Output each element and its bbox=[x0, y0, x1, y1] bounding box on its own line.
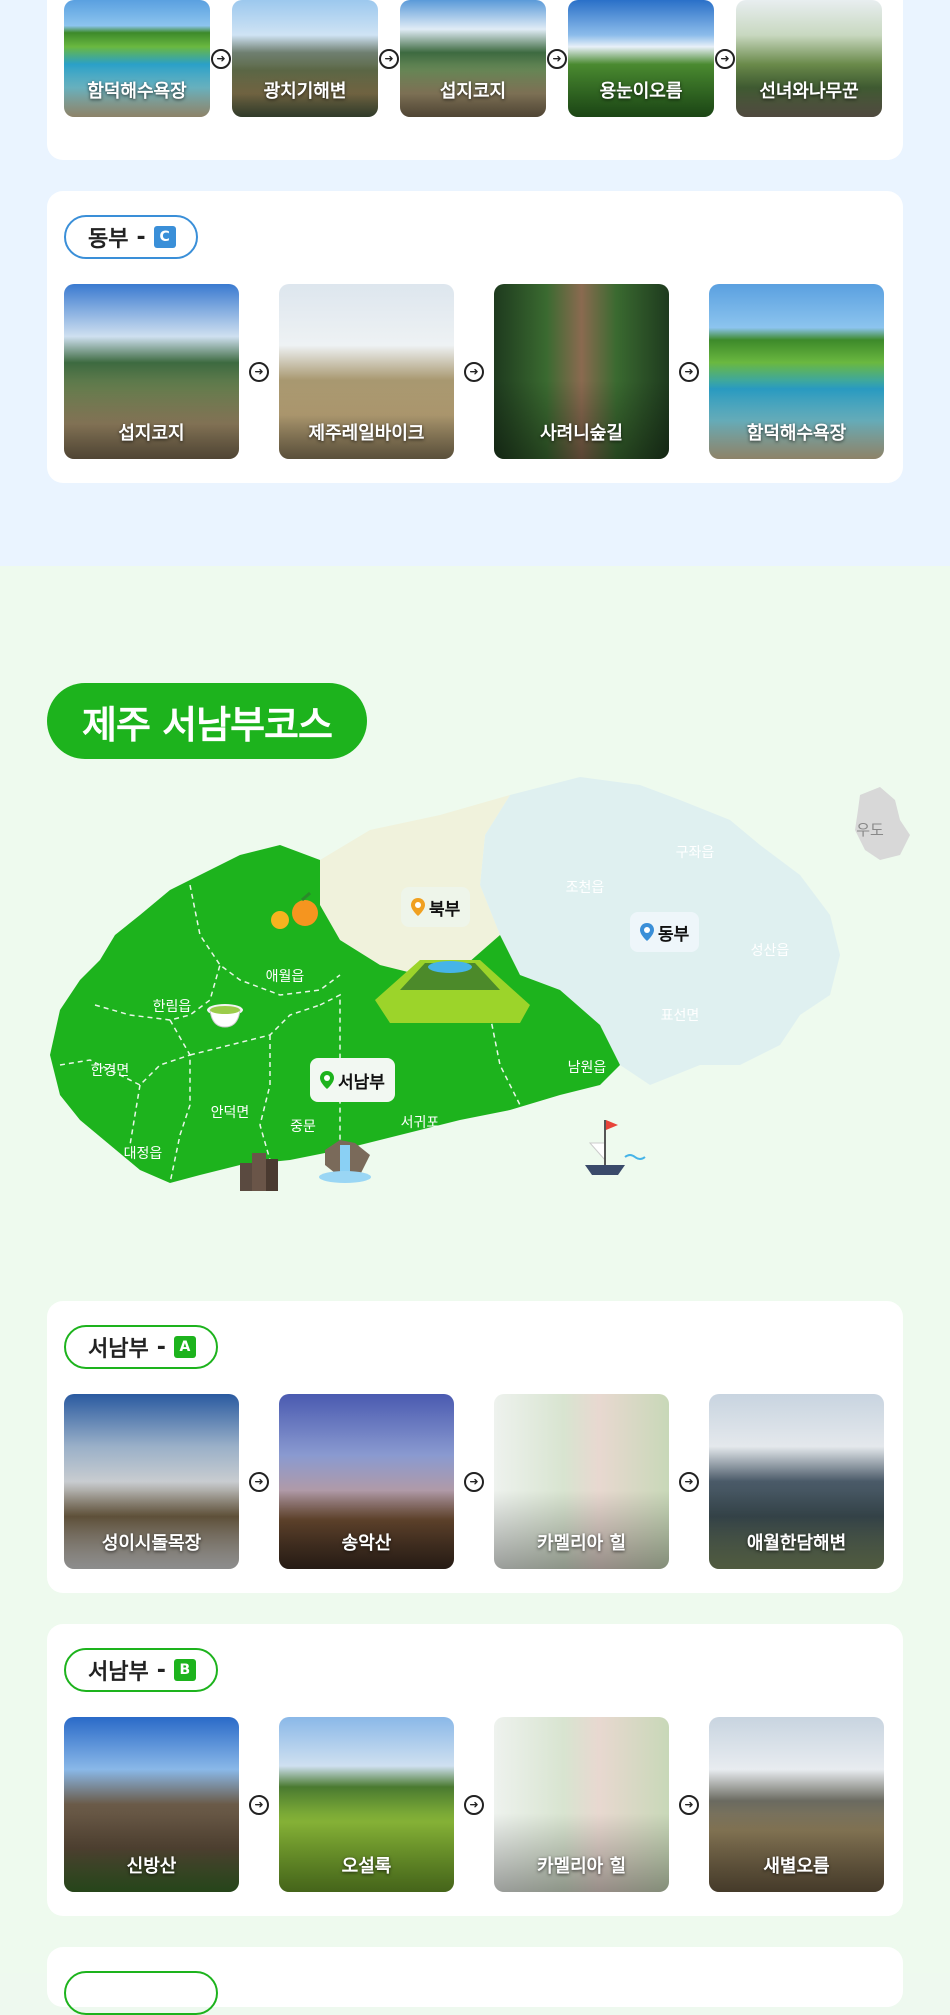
course-card-top: 함덕해수욕장 ➜ 광치기해변 ➜ 섭지코지 ➜ 용눈이오름 ➜ 선녀와나무꾼 bbox=[47, 0, 903, 160]
course-row: 섭지코지 ➜ 제주레일바이크 ➜ 사려니숲길 ➜ 함덕해수욕장 bbox=[64, 284, 884, 459]
course-title-partial bbox=[64, 1971, 218, 2015]
place-label: 성이시돌목장 bbox=[101, 1533, 202, 1554]
town-label: 남원읍 bbox=[568, 1060, 607, 1076]
course-title: 동부 - C bbox=[64, 215, 198, 259]
place-label: 송악산 bbox=[341, 1533, 392, 1554]
course-code-badge: B bbox=[173, 1659, 196, 1681]
next-arrow-icon: ➜ bbox=[239, 1471, 279, 1492]
next-arrow-icon: ➜ bbox=[714, 48, 736, 69]
course-title: 서남부 - B bbox=[64, 1648, 218, 1692]
place-thumb[interactable]: 송악산 bbox=[279, 1394, 454, 1569]
course-dash: - bbox=[156, 1657, 166, 1683]
place-thumb[interactable]: 오설록 bbox=[279, 1717, 454, 1892]
place-label: 새별오름 bbox=[763, 1856, 830, 1877]
section-title: 제주 서남부코스 bbox=[47, 683, 367, 759]
place-label: 제주레일바이크 bbox=[308, 423, 425, 444]
next-arrow-icon: ➜ bbox=[669, 361, 709, 382]
place-label: 사려니숲길 bbox=[540, 423, 623, 444]
place-thumb[interactable]: 애월한담해변 bbox=[709, 1394, 884, 1569]
next-arrow-icon: ➜ bbox=[669, 1471, 709, 1492]
town-label: 중문 bbox=[290, 1119, 316, 1135]
place-label: 섭지코지 bbox=[118, 423, 185, 444]
next-arrow-icon: ➜ bbox=[239, 1794, 279, 1815]
town-label: 한경면 bbox=[91, 1063, 130, 1079]
place-thumb[interactable]: 용눈이오름 bbox=[568, 0, 714, 117]
course-card-southwest-a: 서남부 - A 성이시돌목장 ➜ 송악산 ➜ 카멜리아 힐 ➜ 애월한담해변 bbox=[47, 1301, 903, 1593]
course-code-badge: C bbox=[153, 226, 176, 248]
next-arrow-icon: ➜ bbox=[454, 1794, 494, 1815]
map-tag-southwest[interactable]: 서남부 bbox=[310, 1058, 395, 1102]
course-code-badge: A bbox=[173, 1336, 196, 1358]
next-arrow-icon: ➜ bbox=[454, 1471, 494, 1492]
place-thumb[interactable]: 함덕해수욕장 bbox=[709, 284, 884, 459]
place-label: 광치기해변 bbox=[263, 81, 347, 102]
course-row: 함덕해수욕장 ➜ 광치기해변 ➜ 섭지코지 ➜ 용눈이오름 ➜ 선녀와나무꾼 bbox=[64, 0, 882, 117]
town-label: 서귀포 bbox=[401, 1115, 440, 1131]
place-label: 용눈이오름 bbox=[599, 81, 683, 102]
town-label: 안덕면 bbox=[211, 1105, 250, 1121]
place-thumb[interactable]: 섭지코지 bbox=[64, 284, 239, 459]
sailboat-icon bbox=[585, 1120, 646, 1175]
town-label: 대정읍 bbox=[124, 1146, 163, 1162]
map-tag-label: 서남부 bbox=[338, 1072, 385, 1093]
place-label: 신방산 bbox=[126, 1856, 177, 1877]
udo-label: 우도 bbox=[856, 821, 884, 839]
place-thumb[interactable]: 광치기해변 bbox=[232, 0, 378, 117]
place-label: 카멜리아 힐 bbox=[536, 1533, 627, 1554]
course-dash: - bbox=[156, 1334, 166, 1360]
place-label: 함덕해수욕장 bbox=[746, 423, 847, 444]
course-region: 동부 bbox=[88, 227, 129, 252]
town-label: 성산읍 bbox=[751, 943, 790, 959]
course-row: 성이시돌목장 ➜ 송악산 ➜ 카멜리아 힐 ➜ 애월한담해변 bbox=[64, 1394, 884, 1569]
place-thumb[interactable]: 함덕해수욕장 bbox=[64, 0, 210, 117]
next-arrow-icon: ➜ bbox=[454, 361, 494, 382]
next-arrow-icon: ➜ bbox=[669, 1794, 709, 1815]
next-arrow-icon: ➜ bbox=[239, 361, 279, 382]
next-arrow-icon: ➜ bbox=[210, 48, 232, 69]
course-row: 신방산 ➜ 오설록 ➜ 카멜리아 힐 ➜ 새별오름 bbox=[64, 1717, 884, 1892]
town-label: 조천읍 bbox=[566, 880, 605, 896]
place-thumb[interactable]: 제주레일바이크 bbox=[279, 284, 454, 459]
town-label: 한림읍 bbox=[153, 999, 192, 1015]
place-thumb[interactable]: 성이시돌목장 bbox=[64, 1394, 239, 1569]
place-thumb[interactable]: 선녀와나무꾼 bbox=[736, 0, 882, 117]
town-label: 구좌읍 bbox=[676, 845, 715, 861]
place-thumb[interactable]: 섭지코지 bbox=[400, 0, 546, 117]
map-tag-label: 북부 bbox=[429, 899, 461, 920]
place-label: 카멜리아 힐 bbox=[536, 1856, 627, 1877]
town-label: 표선면 bbox=[661, 1008, 700, 1024]
location-pin-icon bbox=[640, 923, 654, 941]
place-thumb[interactable]: 카멜리아 힐 bbox=[494, 1717, 669, 1892]
map-tag-east[interactable]: 동부 bbox=[630, 912, 700, 952]
place-label: 섭지코지 bbox=[439, 81, 507, 102]
jeju-map: 구좌읍 조천읍 성산읍 표선면 남원읍 서귀포 중문 안덕면 대정읍 한경면 한… bbox=[50, 777, 910, 1191]
course-card-southwest-b: 서남부 - B 신방산 ➜ 오설록 ➜ 카멜리아 힐 ➜ 새별오름 bbox=[47, 1624, 903, 1916]
place-label: 오설록 bbox=[341, 1856, 392, 1877]
map-tag-north[interactable]: 북부 bbox=[401, 887, 471, 927]
place-thumb[interactable]: 사려니숲길 bbox=[494, 284, 669, 459]
location-pin-icon bbox=[411, 898, 425, 916]
town-label: 애월읍 bbox=[266, 969, 305, 985]
place-label: 선녀와나무꾼 bbox=[759, 81, 859, 102]
course-card-next bbox=[47, 1947, 903, 2015]
place-label: 애월한담해변 bbox=[746, 1533, 847, 1554]
location-pin-icon bbox=[320, 1071, 334, 1089]
course-title: 서남부 - A bbox=[64, 1325, 218, 1369]
course-dash: - bbox=[136, 224, 146, 250]
place-label: 함덕해수욕장 bbox=[87, 81, 187, 102]
next-arrow-icon: ➜ bbox=[546, 48, 568, 69]
place-thumb[interactable]: 카멜리아 힐 bbox=[494, 1394, 669, 1569]
next-arrow-icon: ➜ bbox=[378, 48, 400, 69]
map-tag-label: 동부 bbox=[658, 924, 690, 945]
place-thumb[interactable]: 신방산 bbox=[64, 1717, 239, 1892]
place-thumb[interactable]: 새별오름 bbox=[709, 1717, 884, 1892]
course-card-east-c: 동부 - C 섭지코지 ➜ 제주레일바이크 ➜ 사려니숲길 ➜ 함덕해수욕장 bbox=[47, 191, 903, 483]
course-region: 서남부 bbox=[88, 1337, 149, 1362]
course-region: 서남부 bbox=[88, 1660, 149, 1685]
